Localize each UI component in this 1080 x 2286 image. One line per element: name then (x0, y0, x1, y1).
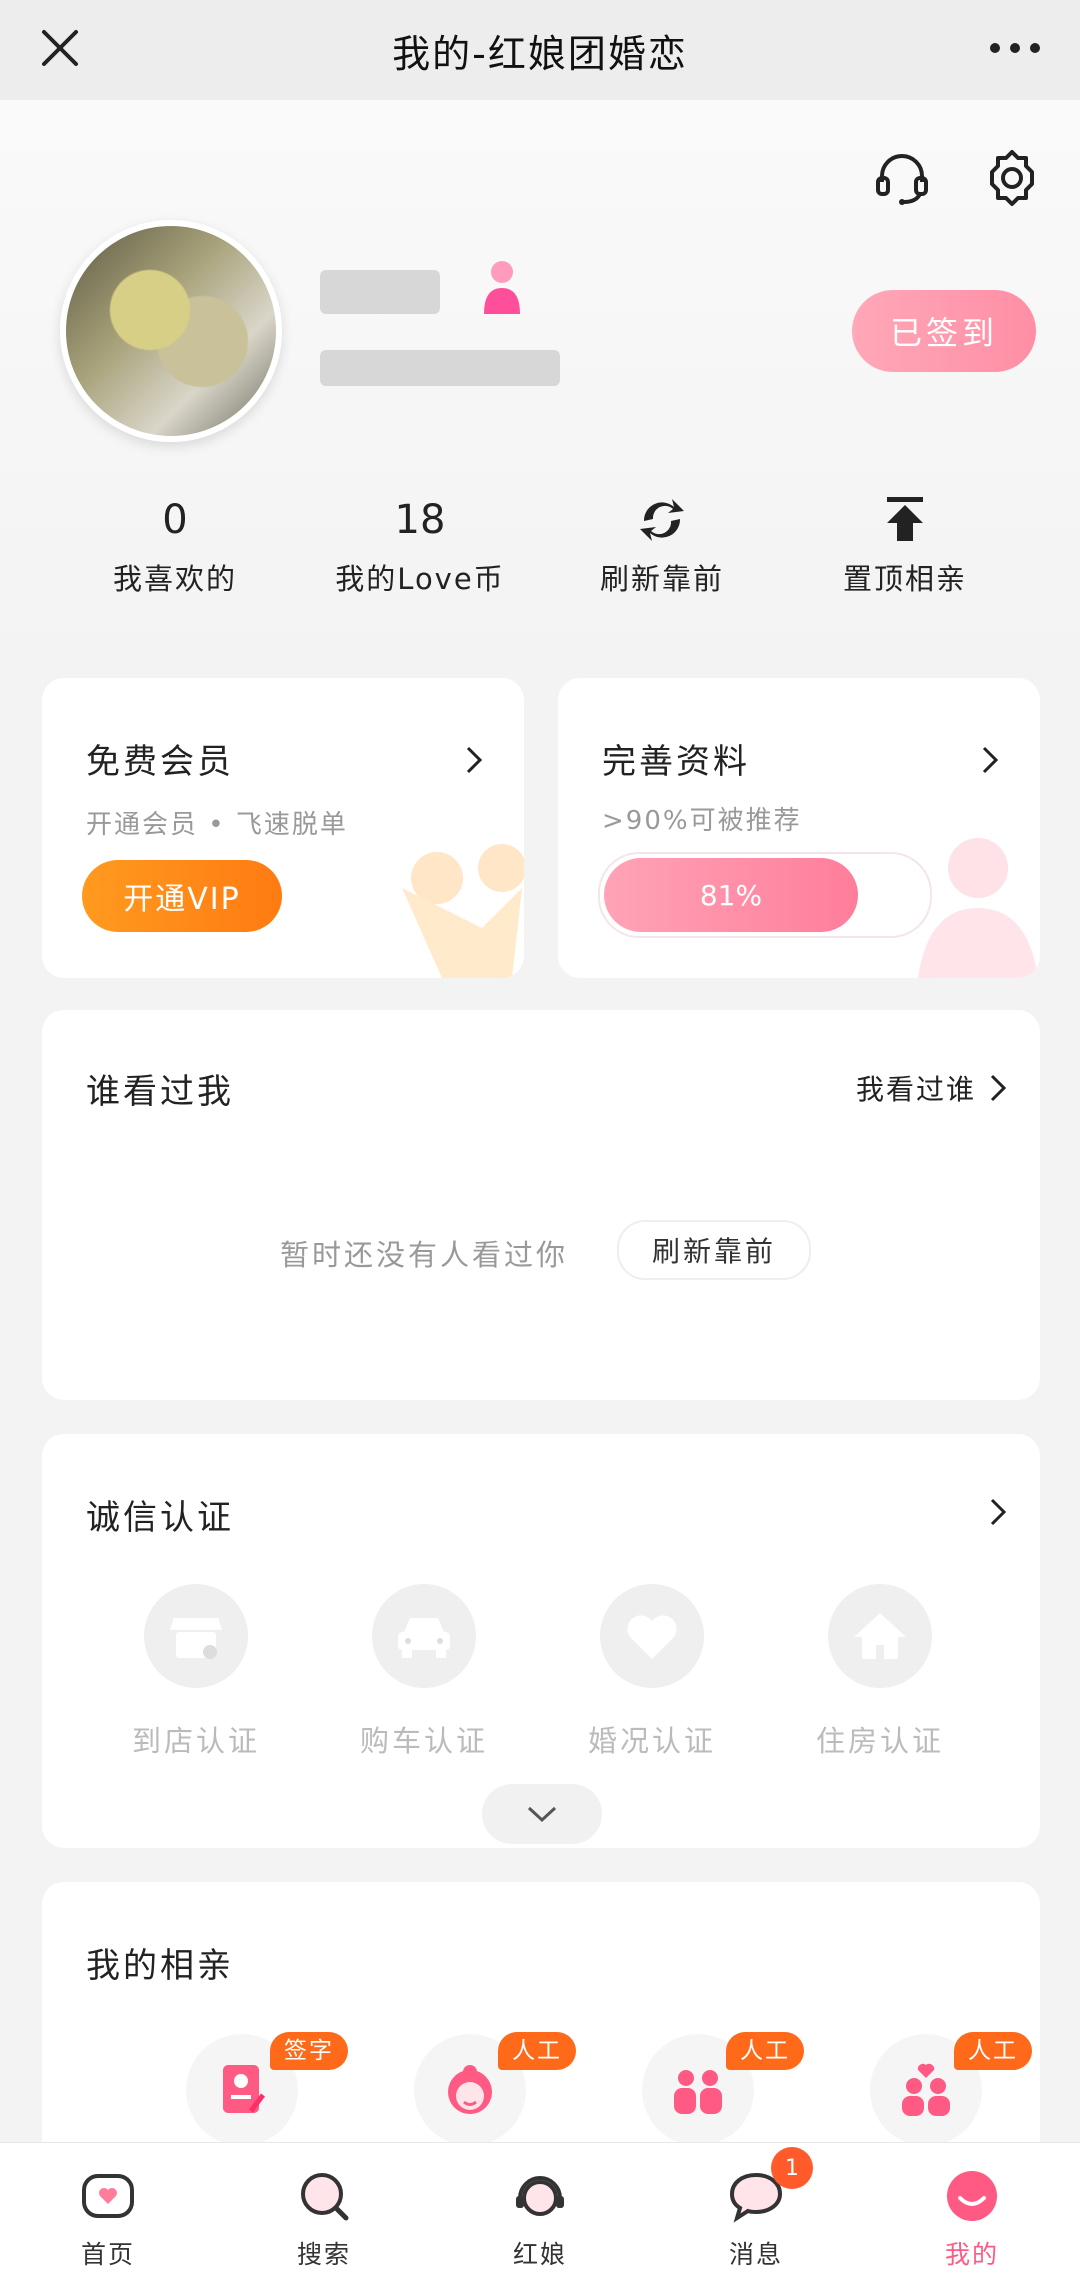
stat-label: 刷新靠前 (599, 562, 724, 596)
settings-gear-icon[interactable] (980, 146, 1044, 210)
stat-value: 0 (162, 497, 188, 543)
chevron-right-icon[interactable] (986, 1494, 1010, 1530)
open-vip-button[interactable]: 开通VIP (82, 860, 282, 932)
dating-item-couple[interactable]: 人工 (642, 2032, 804, 2154)
profile-progress-fill: 81% (604, 858, 858, 932)
my-dating-card: 我的相亲 签字 人工 人工 人工 (42, 1882, 1040, 2182)
profile-completion-card[interactable]: 完善资料 >90%可被推荐 81% (558, 678, 1040, 978)
stat-label: 置顶相亲 (842, 562, 967, 596)
close-icon[interactable] (30, 18, 90, 78)
cert-label: 到店认证 (131, 1724, 260, 1758)
chevron-right-icon (466, 746, 483, 774)
profile-card-title: 完善资料 (602, 742, 750, 782)
profile-progress-bar: 81% (598, 852, 932, 938)
bottom-tab-bar: 首页 搜索 红娘 1 消息 我的 (0, 2142, 1080, 2286)
me-icon (947, 2171, 997, 2221)
expand-button[interactable] (482, 1784, 602, 1844)
nickname-blurred (320, 270, 440, 314)
empty-text: 暂时还没有人看过你 (280, 1238, 569, 1272)
tab-home[interactable]: 首页 (0, 2143, 216, 2286)
house-icon (854, 1613, 906, 1659)
home-icon (82, 2174, 134, 2218)
chevron-right-icon (982, 746, 999, 774)
headset-icon (516, 2176, 564, 2216)
certification-card: 诚信认证 到店认证 购车认证 婚况认证 住房认证 (42, 1434, 1040, 1848)
car-icon (398, 1618, 450, 1658)
visitors-title: 谁看过我 (86, 1072, 234, 1112)
title-bar: 我的-红娘团婚恋 (0, 0, 1080, 100)
tab-search[interactable]: 搜索 (216, 2143, 432, 2286)
store-icon (170, 1618, 222, 1659)
profile-card-subtitle: >90%可被推荐 (602, 806, 802, 836)
stat-label: 我的Love币 (335, 562, 505, 596)
viewed-by-me-link[interactable]: 我看过谁 (856, 1068, 976, 1108)
love-couple-icon (902, 2063, 950, 2116)
stat-label: 我喜欢的 (112, 562, 237, 596)
cert-car[interactable]: 购车认证 (324, 1584, 524, 1760)
tab-matchmaker[interactable]: 红娘 (432, 2143, 648, 2286)
certification-title: 诚信认证 (86, 1498, 234, 1538)
stat-refresh[interactable]: 刷新靠前 (537, 490, 787, 598)
stat-love-coins[interactable]: 18 我的Love币 (295, 490, 545, 598)
cert-label: 住房认证 (815, 1724, 944, 1758)
matchmaker-icon (448, 2065, 492, 2114)
person-watermark-icon (918, 838, 1038, 978)
contract-icon (223, 2065, 265, 2113)
badge-manual: 人工 (726, 2032, 804, 2070)
dating-item-love-couple[interactable]: 人工 (870, 2032, 1032, 2154)
vip-subtitle: 开通会员 • 飞速脱单 (86, 810, 348, 840)
unread-badge: 1 (771, 2147, 813, 2189)
tab-label: 消息 (728, 2240, 783, 2269)
cert-housing[interactable]: 住房认证 (780, 1584, 980, 1760)
tab-label: 红娘 (512, 2240, 567, 2269)
stat-pin-top[interactable]: 置顶相亲 (780, 490, 1030, 598)
crown-watermark-icon (402, 844, 524, 978)
my-dating-title: 我的相亲 (86, 1946, 234, 1986)
visitors-empty-state: 暂时还没有人看过你 刷新靠前 (42, 1220, 1040, 1280)
tab-label: 我的 (944, 2240, 999, 2269)
dating-item-contract[interactable]: 签字 (186, 2032, 348, 2154)
user-id-blurred (320, 350, 560, 386)
chevron-down-icon (527, 1806, 557, 1823)
refresh-icon (640, 499, 684, 541)
heart-icon (627, 1615, 677, 1659)
stat-liked[interactable]: 0 我喜欢的 (50, 490, 300, 598)
page-title: 我的-红娘团婚恋 (392, 31, 688, 76)
search-icon (301, 2173, 349, 2221)
vip-card[interactable]: 免费会员 开通会员 • 飞速脱单 开通VIP (42, 678, 524, 978)
tab-label: 搜索 (296, 2240, 351, 2269)
cert-store[interactable]: 到店认证 (96, 1584, 296, 1760)
badge-manual: 人工 (498, 2032, 576, 2070)
cert-label: 婚况认证 (587, 1724, 716, 1758)
vip-title: 免费会员 (86, 742, 234, 782)
customer-service-icon[interactable] (870, 146, 934, 210)
dating-item-matchmaker[interactable]: 人工 (414, 2032, 576, 2154)
stats-row: 0 我喜欢的 18 我的Love币 刷新靠前 置顶相亲 (0, 490, 1080, 630)
chevron-right-icon (990, 1074, 1007, 1102)
stat-value: 18 (394, 497, 446, 543)
cert-marital[interactable]: 婚况认证 (552, 1584, 752, 1760)
more-icon[interactable] (980, 18, 1050, 78)
badge-signature: 签字 (270, 2032, 348, 2070)
avatar[interactable] (60, 220, 282, 442)
tab-label: 首页 (80, 2240, 135, 2269)
refresh-top-button[interactable]: 刷新靠前 (617, 1220, 811, 1280)
female-icon (484, 261, 520, 314)
tab-messages[interactable]: 1 消息 (648, 2143, 864, 2286)
couple-icon (674, 2070, 722, 2114)
pin-top-icon (887, 497, 923, 541)
badge-manual: 人工 (954, 2032, 1032, 2070)
visitors-card: 谁看过我 我看过谁 暂时还没有人看过你 刷新靠前 (42, 1010, 1040, 1400)
signed-in-button[interactable]: 已签到 (852, 290, 1036, 372)
cert-label: 购车认证 (359, 1724, 488, 1758)
tab-me[interactable]: 我的 (864, 2143, 1080, 2286)
